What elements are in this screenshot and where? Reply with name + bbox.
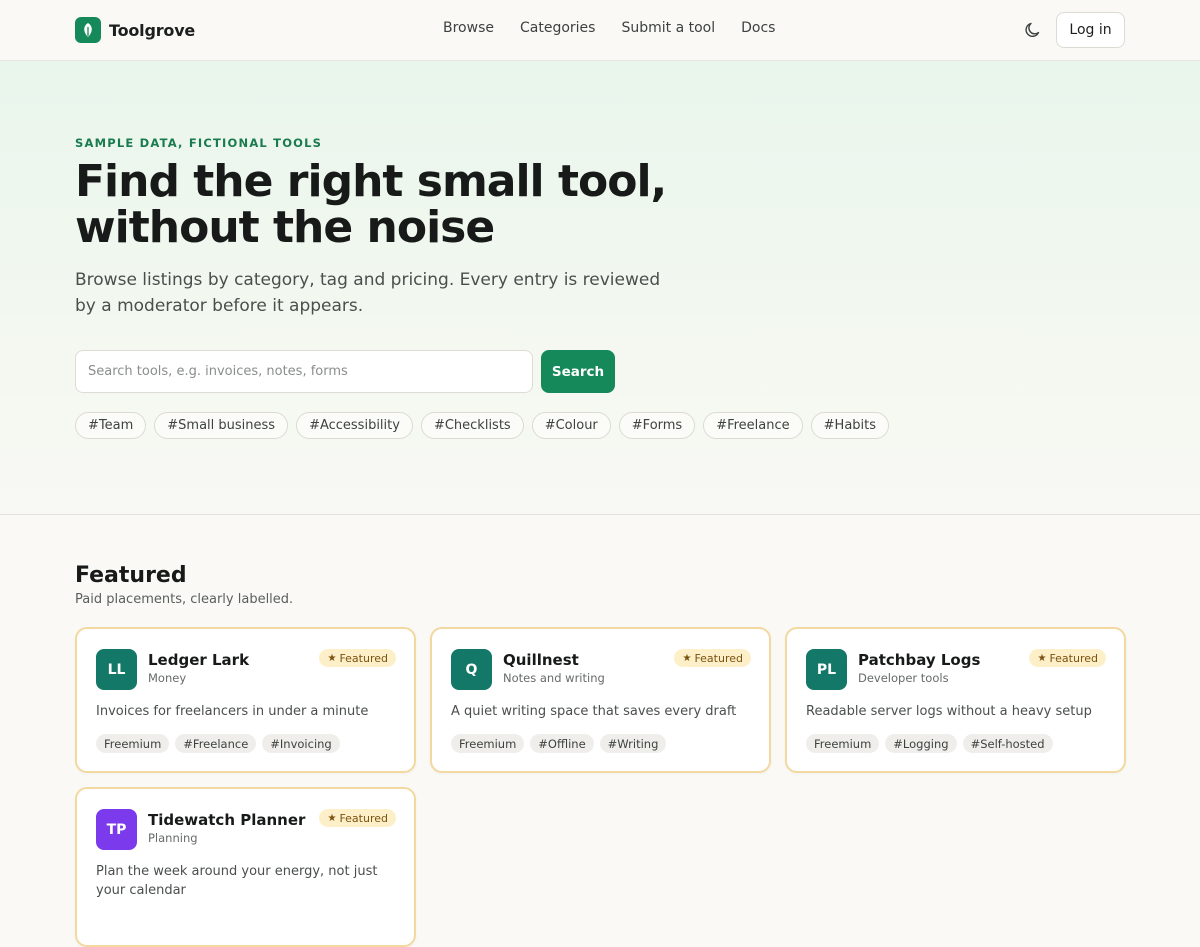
tag-chip[interactable]: #Self-hosted bbox=[962, 734, 1053, 753]
tag-chip[interactable]: #Freelance bbox=[175, 734, 257, 753]
tag-chip[interactable]: #Writing bbox=[599, 734, 667, 753]
tag-chip[interactable]: #Logging bbox=[885, 734, 957, 753]
tag-forms[interactable]: #Forms bbox=[618, 412, 696, 439]
avatar: Q bbox=[451, 649, 492, 690]
avatar: PL bbox=[806, 649, 847, 690]
tool-name: Quillnest bbox=[503, 651, 579, 669]
tag-colour[interactable]: #Colour bbox=[531, 412, 611, 439]
tool-description: Invoices for freelancers in under a minu… bbox=[96, 704, 369, 719]
featured-badge: ★ Featured bbox=[319, 809, 396, 827]
search-input[interactable] bbox=[75, 350, 533, 393]
tool-chips: Freemium #Offline #Writing bbox=[451, 734, 667, 753]
tool-description: Readable server logs without a heavy set… bbox=[806, 704, 1092, 719]
tool-name: Ledger Lark bbox=[148, 651, 250, 669]
tool-name: Patchbay Logs bbox=[858, 651, 981, 669]
tool-category: Notes and writing bbox=[503, 671, 605, 685]
tool-category: Money bbox=[148, 671, 187, 685]
tag-accessibility[interactable]: #Accessibility bbox=[296, 412, 413, 439]
tag-chip[interactable]: #Invoicing bbox=[262, 734, 340, 753]
tool-card-ledger-lark[interactable]: LL Ledger Lark Money ★ Featured Invoices … bbox=[75, 627, 416, 773]
tool-category: Developer tools bbox=[858, 671, 949, 685]
tool-description: A quiet writing space that saves every d… bbox=[451, 704, 737, 719]
main-nav: Browse Categories Submit a tool Docs bbox=[443, 20, 801, 36]
nav-browse[interactable]: Browse bbox=[443, 20, 494, 36]
tag-team[interactable]: #Team bbox=[75, 412, 147, 439]
hero-title: Find the right small tool, without the n… bbox=[75, 156, 667, 253]
star-icon: ★ bbox=[1037, 652, 1047, 664]
tool-chips: Freemium #Logging #Self-hosted bbox=[806, 734, 1053, 753]
featured-badge-label: Featured bbox=[339, 811, 388, 825]
tool-chips: Freemium #Freelance #Invoicing bbox=[96, 734, 340, 753]
featured-badge-label: Featured bbox=[694, 651, 743, 665]
tool-description: Plan the week around your energy, not ju… bbox=[96, 864, 378, 898]
tool-card-patchbay-logs[interactable]: PL Patchbay Logs Developer tools ★ Featur… bbox=[785, 627, 1126, 773]
top-bar: Toolgrove Browse Categories Submit a too… bbox=[0, 0, 1200, 61]
nav-submit-tool[interactable]: Submit a tool bbox=[621, 20, 715, 36]
hero-section: SAMPLE DATA, FICTIONAL TOOLS Find the ri… bbox=[0, 61, 1200, 515]
tag-chip[interactable]: #Offline bbox=[530, 734, 594, 753]
tag-small-business[interactable]: #Small business bbox=[154, 412, 289, 439]
featured-badge-label: Featured bbox=[339, 651, 388, 665]
hero-eyebrow: SAMPLE DATA, FICTIONAL TOOLS bbox=[75, 136, 323, 150]
tool-category: Planning bbox=[148, 831, 198, 845]
featured-badge: ★ Featured bbox=[319, 649, 396, 667]
brand-link[interactable]: Toolgrove bbox=[75, 17, 195, 43]
nav-categories[interactable]: Categories bbox=[520, 20, 595, 36]
tag-checklists[interactable]: #Checklists bbox=[420, 412, 524, 439]
star-icon: ★ bbox=[327, 812, 337, 824]
avatar: LL bbox=[96, 649, 137, 690]
nav-docs[interactable]: Docs bbox=[741, 20, 775, 36]
featured-subtitle: Paid placements, clearly labelled. bbox=[75, 592, 294, 607]
pricing-chip: Freemium bbox=[806, 734, 880, 753]
pricing-chip: Freemium bbox=[451, 734, 525, 753]
star-icon: ★ bbox=[327, 652, 337, 664]
leaf-icon bbox=[75, 17, 101, 43]
tool-name: Tidewatch Planner bbox=[148, 811, 306, 829]
featured-title: Featured bbox=[75, 563, 187, 588]
moon-icon[interactable] bbox=[1023, 20, 1043, 40]
tag-freelance[interactable]: #Freelance bbox=[703, 412, 803, 439]
tag-list: #Team #Small business #Accessibility #Ch… bbox=[75, 412, 890, 439]
featured-badge: ★ Featured bbox=[674, 649, 751, 667]
tag-habits[interactable]: #Habits bbox=[810, 412, 890, 439]
featured-badge: ★ Featured bbox=[1029, 649, 1106, 667]
star-icon: ★ bbox=[682, 652, 692, 664]
hero-subtitle: Browse listings by category, tag and pri… bbox=[75, 270, 661, 316]
brand-name: Toolgrove bbox=[109, 20, 196, 40]
tool-card-quillnest[interactable]: Q Quillnest Notes and writing ★ Featured … bbox=[430, 627, 771, 773]
login-button[interactable]: Log in bbox=[1056, 12, 1125, 48]
search-button[interactable]: Search bbox=[541, 350, 615, 393]
featured-badge-label: Featured bbox=[1049, 651, 1098, 665]
avatar: TP bbox=[96, 809, 137, 850]
pricing-chip: Freemium bbox=[96, 734, 170, 753]
tool-card-tidewatch-planner[interactable]: TP Tidewatch Planner Planning ★ Featured … bbox=[75, 787, 416, 947]
